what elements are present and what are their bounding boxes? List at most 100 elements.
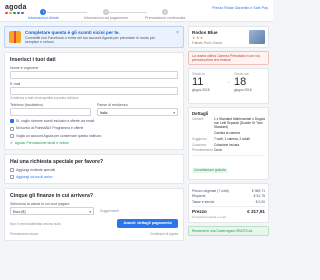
email-input[interactable] (10, 87, 178, 95)
checkout-block: Check-out 18 giugno 2018 (234, 72, 270, 92)
opt-in-offers[interactable]: Sì, voglio ricevere sconti esclusivi e o… (10, 119, 178, 124)
detail-key: Pernottamento (192, 148, 213, 153)
opt-in-account[interactable]: Voglio un account Agoda per conservare q… (10, 134, 178, 138)
checkbox-icon[interactable] (10, 119, 14, 124)
check-icon: ✔ (10, 140, 13, 145)
step-1-label: Informazioni cliente (28, 16, 59, 20)
step-1-number: 1 (40, 9, 47, 15)
close-icon[interactable]: × (176, 30, 179, 36)
checkout-day: 18 (234, 76, 247, 88)
email-label: E-mail (10, 82, 21, 86)
next-payment-button[interactable]: Avanti: dettagli pagamento (117, 219, 178, 229)
currency-value: Euro (€) (13, 210, 26, 215)
special-requests-card: Hai una richiesta speciale per favore? A… (4, 153, 184, 185)
terms-link[interactable]: Condizioni di Agoda (150, 232, 178, 236)
detail-row: Pernottamento Cena (192, 149, 265, 153)
guest-details-card: Inserisci i tuoi dati Nome e cognome E-m… (4, 52, 184, 150)
price-guarantee-link[interactable]: Prezzo Reale Garantito e Safe Pay (212, 6, 268, 10)
right-column: Rodos Blue ★★★ Faliraki, Rodi, Grecia La… (188, 26, 269, 236)
checkbox-icon[interactable] (10, 126, 14, 131)
detail-key: Soggiorno (192, 136, 207, 141)
promo-text: Connettiti con Facebook o entra nel tuo … (25, 36, 155, 45)
price-row: Prezzo originale (7 notti) € 369,71 (192, 189, 265, 193)
phone-input[interactable] (10, 108, 91, 116)
phone-country-row: Telefono (facoltativo) Paese di residenz… (10, 100, 178, 116)
chevron-down-icon: ▾ (173, 111, 175, 115)
guest-details-title: Inserisci i tuoi dati (10, 57, 56, 63)
arrival-time-label: Aggiungi un'ora di arrivo (16, 175, 53, 180)
detail-key: Camere (192, 117, 204, 121)
promo-title: Completare questa è gli sconti vicini pe… (25, 30, 120, 35)
arrow-right-icon: → (226, 79, 231, 85)
submit-row: Non ti verrà addebitato ancora nulla Ava… (10, 219, 178, 229)
price-row-value: € 0,00 (255, 199, 265, 204)
special-requests-title: Hai una richiesta speciale per favore? (10, 158, 104, 165)
price-row-label: Risparmi (192, 194, 206, 199)
detail-value: Cena (214, 148, 222, 153)
country-select[interactable]: Italia ▾ (97, 108, 178, 116)
scarcity-alert: La nostra ultima Camera Prenotata è con … (188, 51, 269, 65)
left-column: Completare questa è gli sconti vicini pe… (4, 26, 184, 242)
currency-title: Cinque gli finanze in cui arrivera? (10, 193, 94, 200)
price-row: Tasse e servizi € 0,00 (192, 200, 265, 204)
step-3-number: 3 (162, 9, 169, 15)
booking-details-card: Dettagli Camere 1 x Standard Matrimonial… (188, 107, 269, 181)
checkin-day: 11 (192, 76, 204, 88)
currency-card: Cinque gli finanze in cui arrivera? Sele… (4, 188, 184, 242)
special-requests-label: Aggiungi richieste speciali (16, 167, 56, 172)
name-label: Nome e cognome (10, 66, 39, 70)
checkout-page: agoda 1 Informazioni cliente 2 Informazi… (0, 0, 273, 280)
progress-steps: 1 Informazioni cliente 2 Informazioni su… (0, 9, 200, 20)
detail-key (192, 132, 214, 136)
details-title: Dettagli (192, 111, 209, 116)
total-label: Prezzo (192, 208, 207, 214)
divider (192, 155, 265, 157)
gift-icon (9, 31, 21, 43)
phone-label: Telefono (facoltativo) (10, 103, 44, 107)
checkin-block: Check-in 11 giugno 2018 (192, 72, 228, 92)
price-row: Risparmi -€ 51,75 (192, 194, 265, 198)
footer-row: Prenotazione sicura Condizioni di Agoda (10, 232, 178, 236)
name-input[interactable] (10, 71, 178, 79)
detail-row: Cambia la camera (192, 131, 265, 136)
stay-dates-card: Check-in 11 giugno 2018 → Check-out 18 g… (188, 68, 269, 104)
detail-value: 1 x Standard Matrimoniale o Doppia con L… (214, 117, 265, 129)
step-2-number: 2 (103, 9, 110, 15)
opt-in-points[interactable]: Mi iscrivo al PointsMAX Programma e offe… (10, 126, 178, 131)
detail-row: Colazione Colazione inclusa (192, 142, 265, 148)
detail-value: Colazione inclusa (214, 142, 239, 147)
top-bar: agoda 1 Informazioni cliente 2 Informazi… (0, 0, 273, 22)
currency-select[interactable]: Euro (€) ▾ (10, 207, 94, 216)
special-requests-toggle[interactable]: Aggiungi richieste speciali (10, 167, 178, 173)
detail-row: Camere 1 x Standard Matrimoniale o Doppi… (192, 117, 265, 130)
price-note: Compresi imposta e oneri (192, 214, 227, 219)
step-3-label: Prenotazione confermata (145, 16, 186, 20)
price-row-value: € 369,71 (251, 188, 265, 193)
price-total: Prezzo € 317,91 (192, 209, 265, 214)
secure-booking-label: Prenotazione sicura (10, 232, 39, 237)
country-group: Paese di residenza Italia ▾ (97, 100, 178, 116)
hotel-thumbnail (249, 30, 265, 44)
easy-booking-label: Agoda: Prenotazione facile e veloce (14, 140, 69, 145)
checkbox-icon[interactable] (10, 175, 14, 180)
arrival-time-link[interactable]: Aggiungi un'ora di arrivo (10, 175, 178, 180)
detail-row: Soggiorno 7 notti, 1 camera, 2 adulti (192, 136, 265, 142)
easy-booking-note: ✔ Agoda: Prenotazione facile e veloce (10, 141, 178, 145)
step-2: 2 Informazioni sul pagamento (84, 9, 128, 20)
gift-card-reward: Riceverai in una Carta regalo GRATIS da (188, 225, 269, 236)
no-charge-note: Non ti verrà addebitato ancora nulla (10, 221, 61, 226)
total-value: € 317,91 (247, 208, 265, 214)
price-row-label: Prezzo originale (7 notti) (192, 188, 229, 193)
step-3: 3 Prenotazione confermata (145, 9, 185, 20)
step-1: 1 Informazioni cliente (28, 9, 59, 20)
opt-in-points-label: Mi iscrivo al PointsMAX Programma e offe… (16, 126, 84, 131)
tips-label: Suggerimenti (100, 209, 119, 214)
hotel-card: Rodos Blue ★★★ Faliraki, Rodi, Grecia (188, 26, 269, 48)
checkbox-icon[interactable] (10, 133, 14, 138)
phone-group: Telefono (facoltativo) (10, 100, 91, 116)
price-row-label: Tasse e servizi (192, 199, 215, 204)
country-label: Paese di residenza (97, 103, 128, 107)
checkbox-icon[interactable] (10, 168, 14, 173)
price-row-value: -€ 51,75 (252, 194, 265, 199)
change-room-link[interactable]: Cambia la camera (214, 131, 240, 136)
